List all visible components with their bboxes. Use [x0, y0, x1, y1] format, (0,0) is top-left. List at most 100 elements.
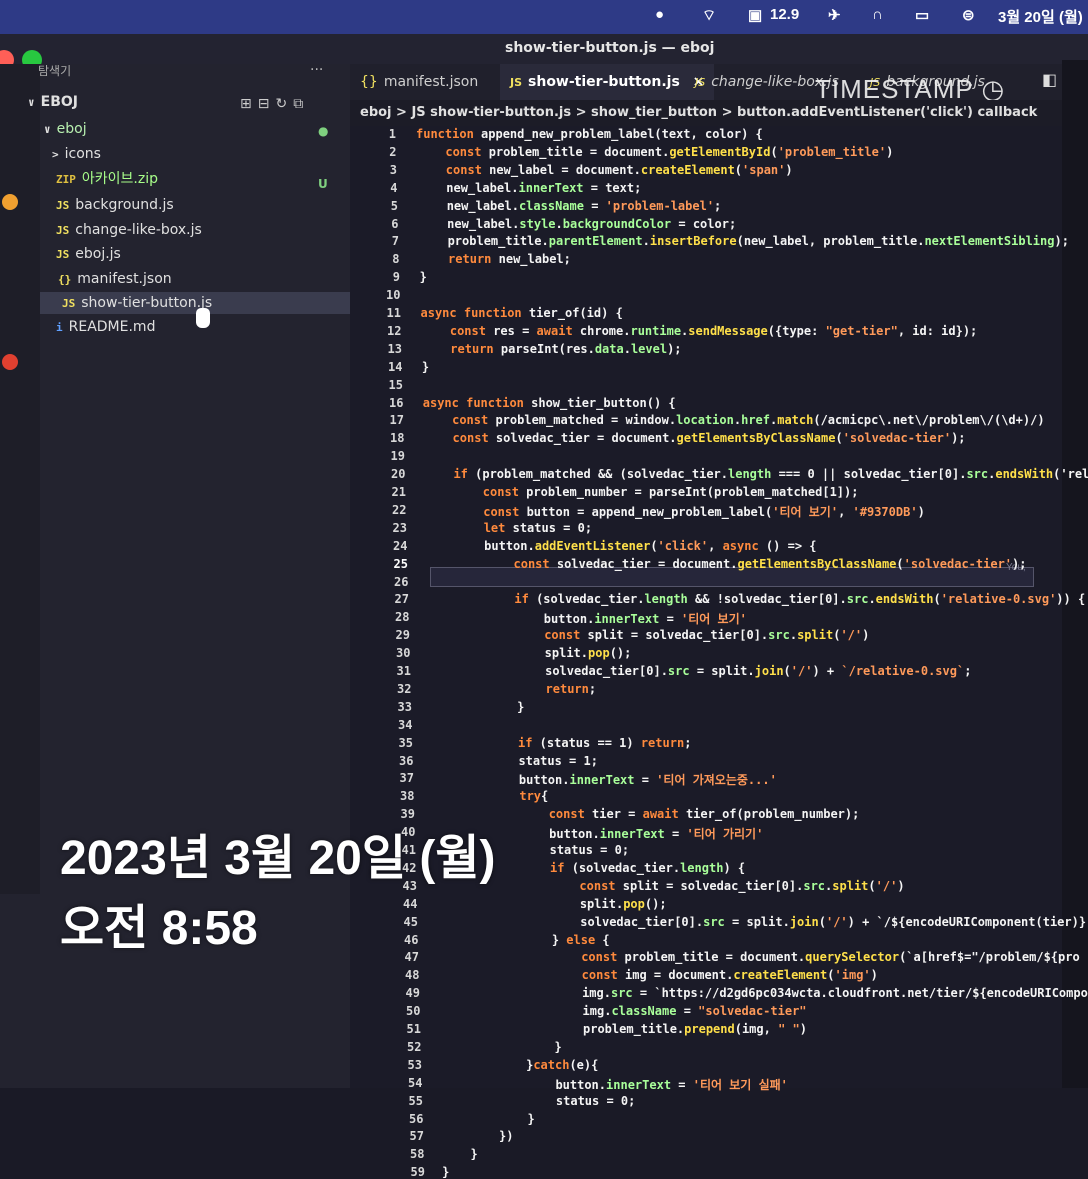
line-number: 32 — [397, 681, 412, 696]
code-line: problem_title.prepend(img, " ") — [438, 1022, 807, 1036]
headphone-icon[interactable]: ∩ — [872, 6, 883, 23]
activity-bar — [0, 64, 40, 894]
collapse-all-icon[interactable]: ⧉ — [293, 96, 309, 112]
line-number: 3 — [389, 162, 397, 177]
code-line: status = 0; — [440, 1093, 636, 1108]
line-number: 6 — [391, 216, 399, 231]
menubar-date: 3월 20일 (월) — [998, 9, 1083, 26]
code-line: } — [442, 1165, 450, 1179]
refresh-icon[interactable]: ↻ — [275, 96, 293, 112]
line-number: 34 — [398, 717, 413, 732]
battery-readout: 12.9 — [770, 6, 800, 23]
chevron-right-icon: > — [52, 148, 59, 161]
line-number: 29 — [395, 628, 410, 643]
js-file-icon: JS — [695, 76, 706, 89]
code-line: }catch(e){ — [439, 1057, 599, 1072]
line-number: 47 — [404, 950, 419, 965]
line-number: 7 — [391, 234, 399, 249]
line-number: 17 — [389, 413, 404, 428]
code-line: return new_label; — [448, 252, 571, 267]
code-line: const problem_title = document.getElemen… — [445, 144, 894, 159]
line-number: 24 — [393, 538, 408, 553]
code-line: } — [438, 1039, 562, 1054]
tree-item-background[interactable]: JS background.js — [56, 194, 174, 216]
line-number: 18 — [390, 431, 405, 446]
tree-item-eboj[interactable]: JS eboj.js — [56, 243, 121, 265]
explorer-toolbar: ⊞⊟↻⧉ — [240, 96, 309, 112]
code-line: if (solvedac_tier.length && !solvedac_ti… — [514, 592, 1086, 607]
breadcrumb[interactable]: eboj > JS show-tier-button.js > show_tie… — [350, 100, 1088, 126]
battery-icon[interactable]: ▭ — [915, 6, 929, 24]
line-number: 22 — [392, 502, 407, 517]
code-line: split.pop(); — [429, 646, 632, 661]
line-number: 8 — [392, 252, 400, 267]
code-line: new_label.style.backgroundColor = color; — [418, 216, 737, 231]
folder-eboj[interactable]: ∨ eboj — [44, 118, 87, 140]
line-number: 27 — [394, 592, 409, 607]
code-line: } else { — [436, 932, 610, 947]
untracked-badge: U — [318, 177, 328, 191]
code-line: const split = solvedac_tier[0].src.split… — [579, 878, 905, 893]
new-folder-icon[interactable]: ⊟ — [258, 96, 276, 112]
line-number: 26 — [394, 574, 409, 589]
title-bar: show-tier-button.js — eboj — [0, 34, 1088, 70]
tree-item-manifest[interactable]: {} manifest.json — [58, 268, 172, 290]
tab-manifest[interactable]: {} manifest.json — [350, 64, 488, 100]
code-line: const problem_matched = window.location.… — [452, 413, 1045, 428]
source-control-badge-icon[interactable] — [2, 194, 18, 210]
line-number: 2 — [389, 144, 397, 159]
code-line: }) — [441, 1129, 514, 1144]
code-line: new_label.className = 'problem-label'; — [417, 198, 722, 213]
code-line: return parseInt(res.data.level); — [450, 341, 682, 356]
more-actions-icon[interactable]: ··· — [310, 62, 323, 78]
line-number: 59 — [410, 1165, 425, 1179]
menu-bar: ● ⌔ ▣ 12.9 ✈ ∩ ▭ ⊜ 3월 20일 (월) — [0, 0, 1088, 34]
mouse-pointer-icon — [196, 308, 210, 328]
user-switch-icon[interactable]: ⊜ — [962, 6, 975, 24]
photo-date-stamp: 2023년 3월 20일 (월) — [60, 832, 496, 885]
tree-item-icons[interactable]: > icons — [52, 143, 101, 165]
code-line: button.addEventListener('click', async (… — [426, 538, 817, 553]
line-number: 15 — [388, 377, 403, 392]
extensions-badge-icon[interactable] — [2, 354, 18, 370]
chevron-down-icon: ∨ — [44, 123, 51, 136]
new-file-icon[interactable]: ⊞ — [240, 96, 258, 112]
tree-item-readme[interactable]: i README.md — [56, 316, 155, 338]
line-number: 20 — [391, 467, 406, 482]
tab-show-tier-button[interactable]: JS show-tier-button.js × — [500, 64, 715, 100]
line-number: 57 — [409, 1129, 424, 1144]
code-line: const solvedac_tier = document.getElemen… — [452, 431, 966, 446]
line-number: 50 — [406, 1004, 421, 1019]
code-line: const img = document.createElement('img'… — [581, 968, 878, 983]
code-line: let status = 0; — [483, 520, 593, 535]
line-number: 58 — [410, 1147, 425, 1162]
notification-icon[interactable]: ● — [655, 6, 664, 23]
tree-item-show-tier-button[interactable]: JS show-tier-button.js — [40, 292, 350, 314]
code-line: const res = await chrome.runtime.sendMes… — [449, 323, 978, 338]
info-icon: i — [56, 321, 63, 334]
line-number: 31 — [396, 664, 411, 678]
wifi-icon[interactable]: ⌔ — [702, 6, 716, 25]
line-number: 16 — [389, 395, 404, 410]
js-file-icon: JS — [62, 297, 76, 310]
line-number: 19 — [390, 449, 405, 464]
bird-icon[interactable]: ✈ — [828, 6, 841, 24]
split-editor-icon[interactable]: ◧ — [1042, 70, 1057, 89]
code-line: solvedac_tier[0].src = split.join('/') +… — [429, 664, 972, 678]
tree-item-archive[interactable]: ZIP 아카이브.zip — [56, 168, 158, 190]
line-number: 51 — [406, 1022, 421, 1036]
workspace-root[interactable]: ∨ EBOJ — [28, 91, 78, 113]
cpu-icon[interactable]: ▣ — [748, 6, 762, 24]
json-file-icon: {} — [58, 273, 72, 286]
line-number: 44 — [403, 896, 418, 911]
code-line: const problem_title = document.querySele… — [581, 950, 1080, 965]
line-number: 37 — [399, 771, 414, 786]
code-line: img.className = "solvedac-tier" — [438, 1004, 807, 1019]
code-line: } — [441, 1147, 478, 1162]
zip-file-icon: ZIP — [56, 173, 76, 186]
line-number: 23 — [392, 520, 407, 535]
tree-item-change-like-box[interactable]: JS change-like-box.js — [56, 219, 202, 241]
line-number: 25 — [393, 556, 408, 571]
modified-dot: ● — [318, 124, 329, 138]
code-line: } — [430, 699, 525, 714]
